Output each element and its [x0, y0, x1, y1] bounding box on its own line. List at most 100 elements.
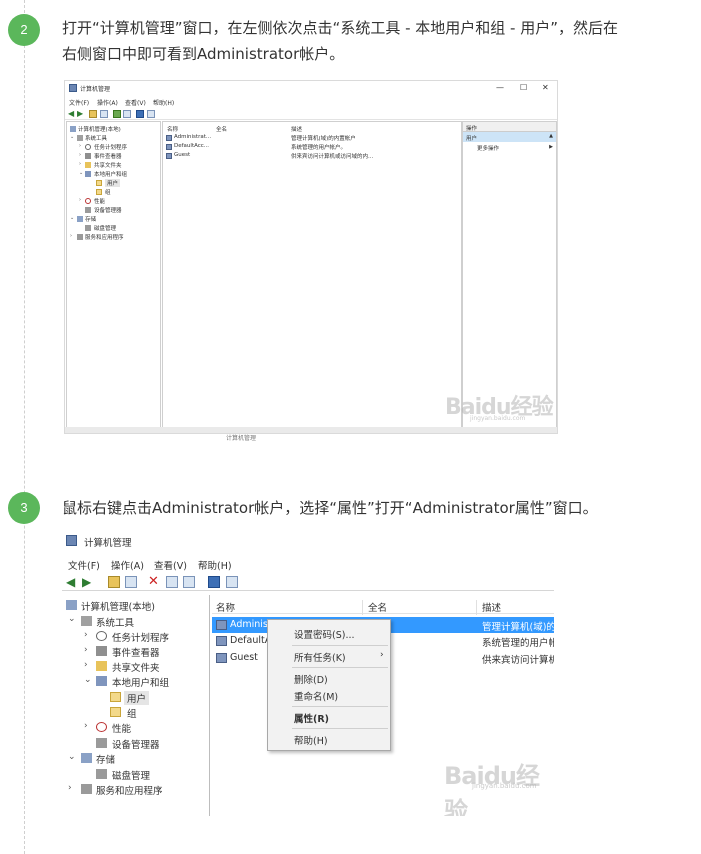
column-divider[interactable] [476, 600, 477, 615]
export-list-icon[interactable] [123, 110, 131, 118]
tree-item-task-scheduler[interactable]: 任务计划程序 [94, 143, 127, 151]
chevron-right-icon[interactable]: › [79, 152, 81, 158]
column-header-fullname[interactable]: 全名 [216, 125, 227, 133]
tree-item-users[interactable]: 用户 [105, 179, 121, 187]
delete-icon[interactable]: ✕ [148, 575, 160, 588]
list-item-name[interactable]: DefaultA [230, 635, 271, 646]
menu-action[interactable]: 操作(A) [111, 558, 144, 572]
column-divider[interactable] [362, 600, 363, 615]
back-arrow-icon[interactable]: ◀ [68, 110, 76, 118]
list-item-name[interactable]: Guest [230, 652, 258, 663]
back-arrow-icon[interactable]: ◀ [66, 576, 78, 588]
step-number-badge: 2 [8, 14, 40, 46]
show-hide-tree-icon[interactable] [125, 576, 137, 588]
chevron-right-icon[interactable]: ▶ [549, 144, 553, 150]
show-hide-tree-icon[interactable] [100, 110, 108, 118]
menu-view[interactable]: 查看(V) [125, 98, 146, 107]
menu-item-set-password[interactable]: 设置密码(S)... [294, 627, 355, 641]
properties-icon[interactable] [166, 576, 178, 588]
user-icon [216, 653, 227, 663]
chevron-down-icon[interactable]: ⌄ [70, 134, 74, 140]
menu-help[interactable]: 帮助(H) [198, 558, 232, 572]
tree-item-device-manager[interactable]: 设备管理器 [112, 737, 160, 751]
menu-item-all-tasks[interactable]: 所有任务(K) [294, 650, 346, 664]
column-header-description[interactable]: 描述 [291, 125, 302, 133]
column-header-name[interactable]: 名称 [167, 125, 178, 133]
menu-item-delete[interactable]: 删除(D) [294, 672, 328, 686]
menu-item-properties[interactable]: 属性(R) [294, 711, 329, 725]
window-titlebar: 计算机管理 [62, 530, 554, 550]
chevron-right-icon[interactable]: › [84, 721, 88, 731]
tree-item-services-apps[interactable]: 服务和应用程序 [85, 233, 124, 241]
chevron-right-icon[interactable]: › [84, 660, 88, 670]
up-folder-icon[interactable] [89, 110, 97, 118]
actions-selected-users[interactable]: 用户 ▲ [463, 132, 556, 142]
tree-item-groups[interactable]: 组 [127, 706, 137, 720]
properties-view-icon[interactable] [226, 576, 238, 588]
menu-file[interactable]: 文件(F) [68, 558, 100, 572]
tree-item-disk-management[interactable]: 磁盘管理 [112, 768, 150, 782]
tree-item-system-tools[interactable]: 系统工具 [96, 615, 134, 629]
up-folder-icon[interactable] [108, 576, 120, 588]
tree-item-performance[interactable]: 性能 [94, 197, 105, 205]
tree-item-storage[interactable]: 存储 [96, 752, 115, 766]
chevron-down-icon[interactable]: ⌄ [68, 752, 76, 762]
chevron-right-icon[interactable]: › [79, 143, 81, 149]
list-item-name[interactable]: Guest [174, 152, 190, 158]
properties-view-icon[interactable] [147, 110, 155, 118]
tree-item-event-viewer[interactable]: 事件查看器 [94, 152, 122, 160]
disk-icon [85, 225, 91, 231]
tree-item-groups[interactable]: 组 [105, 188, 111, 196]
close-button[interactable]: ✕ [542, 83, 549, 92]
help-icon[interactable] [208, 576, 220, 588]
tree-item-users[interactable]: 用户 [124, 691, 150, 705]
chevron-down-icon[interactable]: ⌄ [70, 215, 74, 221]
menu-action[interactable]: 操作(A) [97, 98, 118, 107]
chevron-down-icon[interactable]: ⌄ [79, 170, 83, 176]
maximize-button[interactable]: ☐ [520, 83, 527, 92]
column-header-description[interactable]: 描述 [482, 600, 501, 614]
help-icon[interactable] [136, 110, 144, 118]
tree-item-local-users-groups[interactable]: 本地用户和组 [94, 170, 127, 178]
column-header-name[interactable]: 名称 [216, 600, 235, 614]
tree-item-shared-folders[interactable]: 共享文件夹 [112, 660, 160, 674]
chevron-right-icon[interactable]: › [70, 233, 72, 239]
list-item-description: 供来宾访问计算机或访问域的内... [291, 154, 374, 160]
tree-item-root[interactable]: 计算机管理(本地) [81, 599, 155, 613]
tree-item-system-tools[interactable]: 系统工具 [85, 134, 107, 142]
forward-arrow-icon[interactable]: ▶ [77, 110, 85, 118]
tree-item-performance[interactable]: 性能 [112, 721, 131, 735]
chevron-down-icon[interactable]: ⌄ [68, 614, 76, 624]
column-header-fullname[interactable]: 全名 [368, 600, 387, 614]
menu-item-rename[interactable]: 重命名(M) [294, 689, 338, 703]
tree-item-device-manager[interactable]: 设备管理器 [94, 206, 122, 214]
tree-item-services-apps[interactable]: 服务和应用程序 [96, 783, 163, 797]
tree-item-local-users-groups[interactable]: 本地用户和组 [112, 675, 169, 689]
tree-item-root[interactable]: 计算机管理(本地) [78, 125, 121, 133]
export-list-icon[interactable] [183, 576, 195, 588]
shared-folder-icon [85, 162, 91, 168]
collapse-arrow-icon[interactable]: ▲ [549, 133, 553, 139]
chevron-right-icon[interactable]: › [79, 197, 81, 203]
refresh-icon[interactable] [113, 110, 121, 118]
minimize-button[interactable]: — [496, 83, 504, 92]
more-actions-item[interactable]: 更多操作 [477, 144, 499, 152]
tree-item-event-viewer[interactable]: 事件查看器 [112, 645, 160, 659]
tree-item-storage[interactable]: 存储 [85, 215, 96, 223]
list-item-name[interactable]: Administrat... [174, 134, 211, 140]
tree-item-task-scheduler[interactable]: 任务计划程序 [112, 630, 169, 644]
tree-item-disk-management[interactable]: 磁盘管理 [94, 224, 116, 232]
chevron-right-icon[interactable]: › [84, 630, 88, 640]
tree-item-shared-folders[interactable]: 共享文件夹 [94, 161, 122, 169]
chevron-right-icon[interactable]: › [84, 645, 88, 655]
list-item-name[interactable]: DefaultAcc... [174, 143, 209, 149]
chevron-down-icon[interactable]: ⌄ [84, 675, 92, 685]
menu-item-help[interactable]: 帮助(H) [294, 733, 328, 747]
shared-folder-icon [96, 661, 107, 671]
menu-file[interactable]: 文件(F) [69, 98, 89, 107]
menu-view[interactable]: 查看(V) [154, 558, 187, 572]
chevron-right-icon[interactable]: › [79, 161, 81, 167]
menu-help[interactable]: 帮助(H) [153, 98, 174, 107]
chevron-right-icon[interactable]: › [68, 783, 72, 793]
forward-arrow-icon[interactable]: ▶ [82, 576, 94, 588]
